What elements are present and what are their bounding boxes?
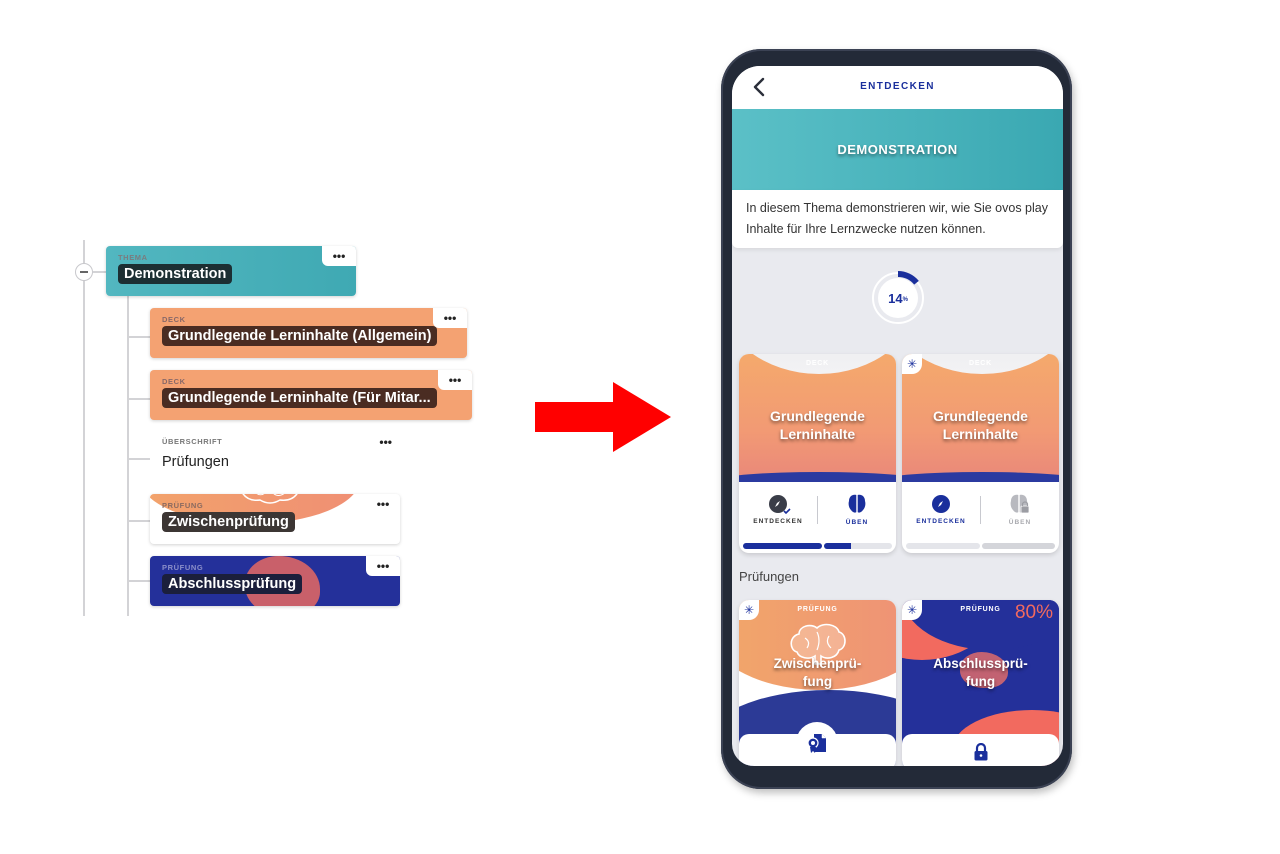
deck-progress <box>906 543 1055 549</box>
node-type-label: THEMA <box>118 253 148 262</box>
progress-segment <box>906 543 980 549</box>
exam-score: 80% <box>1014 602 1053 623</box>
app-header: ENTDECKEN <box>732 66 1063 109</box>
phone-mockup: ENTDECKEN DEMONSTRATION In diesem Thema … <box>721 49 1072 789</box>
deck-progress <box>743 543 892 549</box>
section-heading: Prüfungen <box>739 569 799 584</box>
card-actions: ENTDECKEN ÜBEN <box>902 482 1059 537</box>
lock-icon[interactable] <box>973 743 989 761</box>
card-title-line: Zwischenprü- <box>773 656 862 671</box>
compass-check-icon <box>769 494 791 514</box>
tree-node-deck[interactable]: DECK Grundlegende Lerninhalte (Für Mitar… <box>150 370 472 420</box>
progress-fill <box>823 543 852 549</box>
more-options-button[interactable]: ••• <box>366 556 400 576</box>
topic-description: In diesem Thema demonstrieren wir, wie S… <box>732 190 1063 248</box>
node-type-label: PRÜFUNG <box>162 563 204 572</box>
tree-line <box>128 580 150 582</box>
card-title-line: Lerninhalte <box>942 426 1019 442</box>
card-title: Grundlegende Lerninhalte <box>902 407 1059 443</box>
progress-segment <box>743 543 822 549</box>
explore-button[interactable]: ENTDECKEN <box>739 494 817 525</box>
card-title-line: Abschlussprü- <box>933 656 1028 671</box>
practice-button[interactable]: ÜBEN <box>818 494 896 526</box>
sparkle-icon: ✳ <box>902 600 922 620</box>
tree-node-thema[interactable]: THEMA Demonstration ••• <box>106 246 356 296</box>
exam-card[interactable]: ✳ PRÜFUNG Zwischenprü- fung <box>739 600 896 766</box>
brain-lock-icon <box>1010 494 1030 513</box>
card-title-line: Lerninhalte <box>779 426 856 442</box>
tree-node-exam[interactable]: PRÜFUNG Abschlussprüfung ••• <box>150 556 400 606</box>
practice-button[interactable]: ÜBEN <box>981 494 1059 526</box>
card-title-line: fung <box>802 674 833 689</box>
progress-segment <box>981 543 1055 549</box>
card-title-line: Grundlegende <box>770 408 865 424</box>
tree-line <box>128 520 150 522</box>
content-tree-editor: THEMA Demonstration ••• DECK Grundlegend… <box>0 0 520 854</box>
page-title: ENTDECKEN <box>860 81 935 92</box>
action-label: ENTDECKEN <box>753 517 803 525</box>
card-title: Abschlussprü- fung <box>902 655 1059 691</box>
tree-line <box>93 271 106 273</box>
progress-segment <box>823 543 892 549</box>
more-options-button[interactable]: ••• <box>366 494 400 514</box>
card-title-line: fung <box>965 674 996 689</box>
card-kicker: DECK <box>805 360 830 367</box>
node-title: Zwischenprüfung <box>162 512 295 532</box>
app-screen: ENTDECKEN DEMONSTRATION In diesem Thema … <box>732 66 1063 766</box>
sparkle-icon: ✳ <box>739 600 759 620</box>
tree-line <box>128 458 150 460</box>
node-title: Prüfungen <box>162 454 229 470</box>
card-title: Grundlegende Lerninhalte <box>739 407 896 443</box>
node-type-label: DECK <box>162 315 186 324</box>
brain-icon <box>242 494 298 504</box>
progress-percent: 14% <box>870 270 926 326</box>
node-type-label: ÜBERSCHRIFT <box>162 437 223 446</box>
node-type-label: DECK <box>162 377 186 386</box>
collapse-button[interactable] <box>75 263 93 281</box>
certificate-document-icon <box>807 734 826 753</box>
action-label: ÜBEN <box>845 518 869 526</box>
tree-line <box>127 296 129 616</box>
right-arrow-icon <box>535 382 671 452</box>
tree-node-heading[interactable]: ÜBERSCHRIFT Prüfungen ••• <box>150 432 400 482</box>
card-kicker: DECK <box>968 360 993 367</box>
node-title: Demonstration <box>118 264 233 284</box>
deck-card-art: ✳ DECK Grundlegende Lerninhalte <box>902 354 1059 482</box>
deck-card[interactable]: ✳ DECK Grundlegende Lerninhalte ENTDECKE… <box>902 354 1059 553</box>
more-options-button[interactable]: ••• <box>433 308 467 328</box>
tree-line <box>128 336 150 338</box>
node-type-label: PRÜFUNG <box>162 501 204 510</box>
topic-hero: DEMONSTRATION <box>732 109 1063 190</box>
more-options-button[interactable]: ••• <box>322 246 356 266</box>
progress-unit: % <box>902 296 908 303</box>
progress-value: 14 <box>888 290 903 306</box>
exam-card[interactable]: ✳ PRÜFUNG 80% Abschlussprü- fung <box>902 600 1059 766</box>
tree-node-deck[interactable]: DECK Grundlegende Lerninhalte (Allgemein… <box>150 308 467 358</box>
progress-fill <box>743 543 822 549</box>
exam-card-footer <box>902 734 1059 766</box>
action-label: ÜBEN <box>1008 518 1032 526</box>
sparkle-icon: ✳ <box>902 354 922 374</box>
certificate-button[interactable] <box>796 722 838 764</box>
deck-card-art: DECK Grundlegende Lerninhalte <box>739 354 896 482</box>
node-title: Abschlussprüfung <box>162 574 303 594</box>
tree-line <box>83 240 85 616</box>
brain-icon <box>848 494 866 513</box>
node-title: Grundlegende Lerninhalte (Allgemein) <box>162 326 438 346</box>
tree-line <box>128 398 150 400</box>
card-title-line: Grundlegende <box>933 408 1028 424</box>
card-actions: ENTDECKEN ÜBEN <box>739 482 896 537</box>
topic-title: DEMONSTRATION <box>837 142 958 157</box>
node-title: Grundlegende Lerninhalte (Für Mitar... <box>162 388 437 408</box>
compass-icon <box>932 494 950 513</box>
card-kicker: PRÜFUNG <box>797 606 838 613</box>
more-options-button[interactable]: ••• <box>438 370 472 390</box>
explore-button[interactable]: ENTDECKEN <box>902 494 980 525</box>
tree-node-exam[interactable]: PRÜFUNG Zwischenprüfung ••• <box>150 494 400 544</box>
action-label: ENTDECKEN <box>916 517 966 525</box>
minus-circle-icon <box>80 271 88 273</box>
card-title: Zwischenprü- fung <box>739 655 896 691</box>
deck-card[interactable]: DECK Grundlegende Lerninhalte ENTDECKEN <box>739 354 896 553</box>
more-options-button[interactable]: ••• <box>379 435 392 449</box>
